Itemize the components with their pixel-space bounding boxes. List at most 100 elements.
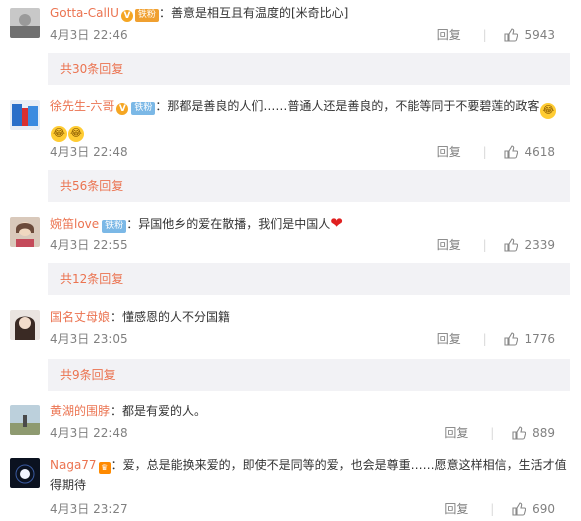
divider: | — [482, 332, 487, 346]
username-link[interactable]: 国名丈母娘 — [50, 310, 110, 324]
username-link[interactable]: 婉笛love — [50, 217, 99, 231]
reply-button[interactable]: 回复 — [437, 332, 461, 346]
replies-bar[interactable]: 共56条回复 — [48, 170, 570, 202]
laughing-emoji-icon: 😂 — [540, 103, 557, 119]
colon: ： — [158, 6, 171, 20]
comment-meta: 4月3日 22:48 回复 | 889 — [50, 423, 567, 443]
avatar[interactable] — [10, 405, 40, 435]
colon: ： — [110, 458, 123, 472]
like-button[interactable]: 889 — [512, 426, 555, 440]
view-replies-link[interactable]: 共30条回复 — [60, 62, 123, 76]
replies-bar[interactable]: 共30条回复 — [48, 53, 570, 85]
comment-item: 徐先生-六哥 V 铁粉 ：那都是善良的人们……普通人还是善良的，不能等同于不要碧莲的政… — [0, 90, 581, 205]
avatar[interactable] — [10, 100, 40, 130]
divider: | — [482, 238, 487, 252]
comment-actions: 回复 | 1776 — [437, 329, 555, 349]
like-button[interactable]: 690 — [512, 502, 555, 516]
username-link[interactable]: 徐先生-六哥 — [50, 99, 114, 113]
colon: ： — [126, 217, 139, 231]
fan-badge: 铁粉 — [134, 9, 159, 22]
timestamp: 4月3日 22:46 — [50, 28, 128, 42]
like-count: 2339 — [524, 238, 555, 252]
comment-meta: 4月3日 22:46 回复 | 5943 — [50, 25, 567, 45]
thumbs-up-icon — [512, 502, 527, 516]
comment-meta: 4月3日 22:48 回复 | 4618 — [50, 142, 567, 162]
thumbs-up-icon — [504, 332, 519, 346]
like-count: 889 — [532, 426, 555, 440]
replies-bar[interactable]: 共12条回复 — [48, 263, 570, 295]
member-crown-icon: ♛ — [98, 462, 111, 474]
view-replies-link[interactable]: 共9条回复 — [60, 368, 116, 382]
username-link[interactable]: Gotta-CallU — [50, 6, 119, 20]
username-link[interactable]: 黄湖的围脖 — [50, 404, 110, 418]
avatar[interactable] — [10, 310, 40, 340]
comment-line: 婉笛love 铁粉 ：异国他乡的爱在散播，我们是中国人❤ — [50, 213, 567, 234]
comment-item: 黄湖的围脖：都是有爱的人。 4月3日 22:48 回复 | 889 — [0, 395, 581, 450]
username-link[interactable]: Naga77 — [50, 458, 97, 472]
avatar[interactable] — [10, 217, 40, 247]
laughing-emoji-icon: 😂 — [51, 126, 67, 142]
like-button[interactable]: 4618 — [504, 145, 555, 159]
comment-line: Gotta-CallU V 铁粉 ：善意是相互且有温度的[米奇比心] — [50, 3, 567, 23]
view-replies-link[interactable]: 共12条回复 — [60, 272, 123, 286]
comment-actions: 回复 | 5943 — [437, 25, 555, 45]
comment-meta: 4月3日 23:05 回复 | 1776 — [50, 329, 567, 349]
comment-line: Naga77 ♛ ：爱，总是能换来爱的，即使不是同等的爱，也会是尊重……愿意这样相信… — [50, 455, 567, 495]
comment-item: 婉笛love 铁粉 ：异国他乡的爱在散播，我们是中国人❤ 4月3日 22:55 回复… — [0, 205, 581, 300]
comment-actions: 回复 | 889 — [444, 423, 555, 443]
comment-meta: 4月3日 23:27 回复 | 690 — [50, 499, 567, 519]
comment-line: 国名丈母娘：懂感恩的人不分国籍 — [50, 307, 567, 327]
like-button[interactable]: 5943 — [504, 28, 555, 42]
thumbs-up-icon — [504, 145, 519, 159]
heart-icon: ❤ — [330, 214, 343, 232]
comment-actions: 回复 | 2339 — [437, 235, 555, 255]
timestamp: 4月3日 22:48 — [50, 426, 128, 440]
divider: | — [490, 502, 495, 516]
like-count: 4618 — [524, 145, 555, 159]
comment-text: 都是有爱的人。 — [122, 404, 207, 418]
comment-item: Naga77 ♛ ：爱，总是能换来爱的，即使不是同等的爱，也会是尊重……愿意这样相信… — [0, 450, 581, 521]
comment-actions: 回复 | 4618 — [437, 142, 555, 162]
timestamp: 4月3日 23:05 — [50, 332, 128, 346]
comment-text: 那都是善良的人们……普通人还是善良的，不能等同于不要碧莲的政客 — [167, 99, 540, 113]
thumbs-up-icon — [504, 238, 519, 252]
divider: | — [482, 28, 487, 42]
comment-actions: 回复 | 690 — [444, 499, 555, 519]
avatar[interactable] — [10, 8, 40, 38]
replies-bar[interactable]: 共9条回复 — [48, 359, 570, 391]
reply-button[interactable]: 回复 — [437, 145, 461, 159]
timestamp: 4月3日 23:27 — [50, 502, 128, 516]
divider: | — [482, 145, 487, 159]
divider: | — [490, 426, 495, 440]
thumbs-up-icon — [512, 426, 527, 440]
view-replies-link[interactable]: 共56条回复 — [60, 179, 123, 193]
colon: ： — [155, 99, 168, 113]
comment-item: Gotta-CallU V 铁粉 ：善意是相互且有温度的[米奇比心] 4月3日 22:… — [0, 0, 581, 90]
like-count: 5943 — [524, 28, 555, 42]
timestamp: 4月3日 22:55 — [50, 238, 128, 252]
iron-fan-badge: 铁粉 — [131, 102, 156, 115]
comment-text: 懂感恩的人不分国籍 — [122, 310, 231, 324]
comment-meta: 4月3日 22:55 回复 | 2339 — [50, 235, 567, 255]
comment-line: 黄湖的围脖：都是有爱的人。 — [50, 401, 567, 421]
reply-button[interactable]: 回复 — [444, 502, 468, 516]
verified-badge-icon: V — [120, 10, 133, 22]
comment-line: 徐先生-六哥 V 铁粉 ：那都是善良的人们……普通人还是善良的，不能等同于不要碧莲的政… — [50, 96, 567, 142]
like-button[interactable]: 2339 — [504, 238, 555, 252]
comment-item: 国名丈母娘：懂感恩的人不分国籍 4月3日 23:05 回复 | 1776 共9条… — [0, 300, 581, 395]
comment-text: 异国他乡的爱在散播，我们是中国人 — [138, 217, 331, 231]
laughing-emoji-icon: 😂 — [68, 126, 84, 142]
like-button[interactable]: 1776 — [504, 332, 555, 346]
colon: ： — [110, 404, 123, 418]
comment-text: 善意是相互且有温度的[米奇比心] — [170, 6, 349, 20]
reply-button[interactable]: 回复 — [437, 238, 461, 252]
thumbs-up-icon — [504, 28, 519, 42]
like-count: 1776 — [524, 332, 555, 346]
avatar[interactable] — [10, 458, 40, 488]
reply-button[interactable]: 回复 — [444, 426, 468, 440]
like-count: 690 — [532, 502, 555, 516]
comment-text: 爱，总是能换来爱的，即使不是同等的爱，也会是尊重……愿意这样相信，生活才值得期待 — [50, 458, 567, 492]
colon: ： — [110, 310, 123, 324]
reply-button[interactable]: 回复 — [437, 28, 461, 42]
iron-fan-badge: 铁粉 — [102, 220, 127, 233]
